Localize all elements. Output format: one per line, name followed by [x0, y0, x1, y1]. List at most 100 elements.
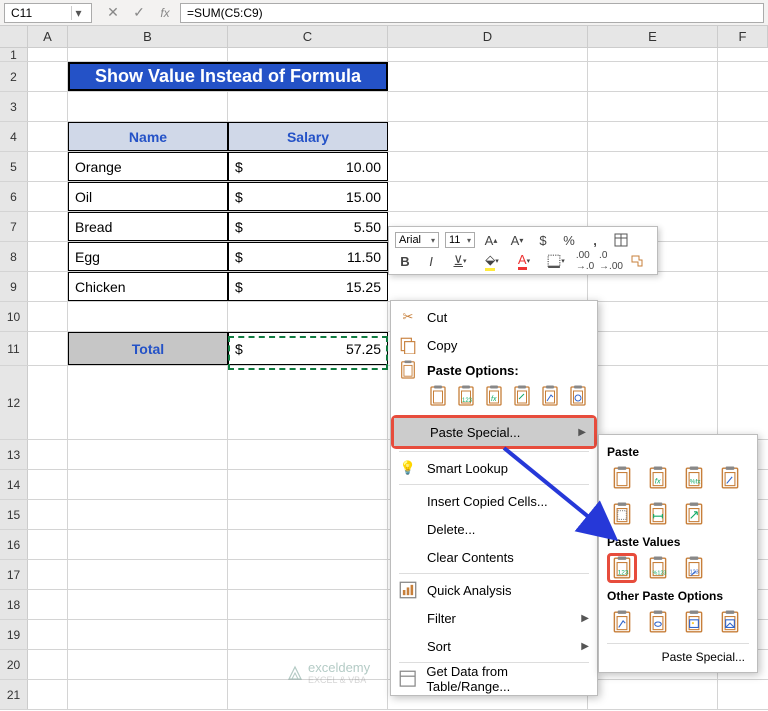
menu-clear-contents[interactable]: Clear Contents: [391, 543, 597, 571]
cell-D2[interactable]: [388, 62, 588, 91]
cell-D1[interactable]: [388, 48, 588, 61]
italic-icon[interactable]: I: [421, 252, 441, 270]
decrease-decimal-icon[interactable]: .00→.0: [575, 252, 595, 270]
cell-C1[interactable]: [228, 48, 388, 61]
total-label[interactable]: Total: [68, 332, 228, 365]
chevron-right-icon: ▶: [581, 641, 589, 652]
col-header-B[interactable]: B: [68, 26, 228, 47]
menu-sort[interactable]: Sort ▶: [391, 632, 597, 660]
font-size-selector[interactable]: 11▾: [445, 232, 475, 248]
sm-paste-all-icon[interactable]: [607, 463, 637, 493]
paste-transpose-icon[interactable]: [511, 383, 533, 409]
menu-insert-copied[interactable]: Insert Copied Cells...: [391, 487, 597, 515]
paste-formulas-icon[interactable]: fx: [483, 383, 505, 409]
cell-A1[interactable]: [28, 48, 68, 61]
cell-salary-3[interactable]: $11.50: [228, 242, 388, 271]
menu-get-data[interactable]: Get Data from Table/Range...: [391, 665, 597, 693]
header-name[interactable]: Name: [68, 122, 228, 151]
total-cell[interactable]: $57.25: [228, 332, 388, 365]
sm-paste-noborders-icon[interactable]: [607, 499, 637, 529]
row-header-10[interactable]: 10: [0, 302, 28, 331]
cell-A2[interactable]: [28, 62, 68, 91]
cell-name-3[interactable]: Egg: [68, 242, 228, 271]
formula-input[interactable]: =SUM(C5:C9): [180, 3, 764, 23]
decrease-font-icon[interactable]: A▾: [507, 231, 527, 249]
fill-color-icon[interactable]: ⬙▾: [479, 252, 505, 270]
col-header-E[interactable]: E: [588, 26, 718, 47]
cell-salary-4[interactable]: $15.25: [228, 272, 388, 301]
sm-paste-formulas-icon[interactable]: fx: [643, 463, 673, 493]
percent-icon[interactable]: %: [559, 231, 579, 249]
fx-icon[interactable]: fx: [154, 3, 176, 23]
sm-paste-formatting-icon[interactable]: [607, 607, 637, 637]
increase-decimal-icon[interactable]: .0→.00: [601, 252, 621, 270]
cell-salary-2[interactable]: $5.50: [228, 212, 388, 241]
svg-text:123: 123: [618, 570, 629, 577]
cell-B1[interactable]: [68, 48, 228, 61]
paste-link-icon[interactable]: [567, 383, 589, 409]
sm-paste-transpose-icon[interactable]: [679, 499, 709, 529]
menu-paste-special[interactable]: Paste Special... ▶: [394, 418, 594, 446]
sm-paste-formulas-nf-icon[interactable]: %fx: [679, 463, 709, 493]
header-salary[interactable]: Salary: [228, 122, 388, 151]
quick-analysis-icon: [399, 581, 417, 599]
cell-name-1[interactable]: Oil: [68, 182, 228, 211]
col-header-C[interactable]: C: [228, 26, 388, 47]
underline-icon[interactable]: ⊻▾: [447, 252, 473, 270]
cell-E1[interactable]: [588, 48, 718, 61]
row-header-5[interactable]: 5: [0, 152, 28, 181]
menu-quick-analysis[interactable]: Quick Analysis: [391, 576, 597, 604]
paste-formatting-icon[interactable]: [539, 383, 561, 409]
paste-values-icon[interactable]: 123: [455, 383, 477, 409]
cell-name-2[interactable]: Bread: [68, 212, 228, 241]
row-header-9[interactable]: 9: [0, 272, 28, 301]
col-header-A[interactable]: A: [28, 26, 68, 47]
menu-smart-lookup[interactable]: 💡 Smart Lookup: [391, 454, 597, 482]
sm-paste-colwidth-icon[interactable]: [643, 499, 673, 529]
cell-name-4[interactable]: Chicken: [68, 272, 228, 301]
row-header-6[interactable]: 6: [0, 182, 28, 211]
name-box-dropdown-icon[interactable]: ▾: [71, 6, 85, 20]
font-selector[interactable]: Arial▾: [395, 232, 439, 248]
sm-paste-values-source-icon[interactable]: 123: [679, 553, 709, 583]
bold-icon[interactable]: B: [395, 252, 415, 270]
cell-salary-0[interactable]: $10.00: [228, 152, 388, 181]
cell-name-0[interactable]: Orange: [68, 152, 228, 181]
select-all-corner[interactable]: [0, 26, 28, 47]
table-icon[interactable]: [611, 231, 631, 249]
menu-cut[interactable]: ✂ Cut: [391, 303, 597, 331]
cancel-formula-icon[interactable]: ✕: [102, 3, 124, 23]
increase-font-icon[interactable]: A▴: [481, 231, 501, 249]
menu-copy[interactable]: Copy: [391, 331, 597, 359]
row-header-2[interactable]: 2: [0, 62, 28, 91]
row-header-7[interactable]: 7: [0, 212, 28, 241]
cell-E2[interactable]: [588, 62, 718, 91]
comma-icon[interactable]: ,: [585, 231, 605, 249]
sm-paste-keep-source-icon[interactable]: [715, 463, 745, 493]
row-header-1[interactable]: 1: [0, 48, 28, 61]
paste-options-row: 123 fx: [391, 381, 597, 415]
sm-paste-link-icon[interactable]: [643, 607, 673, 637]
row-header-8[interactable]: 8: [0, 242, 28, 271]
row-header-4[interactable]: 4: [0, 122, 28, 151]
row-header-3[interactable]: 3: [0, 92, 28, 121]
name-box[interactable]: C11 ▾: [4, 3, 92, 23]
menu-delete[interactable]: Delete...: [391, 515, 597, 543]
cell-salary-1[interactable]: $15.00: [228, 182, 388, 211]
col-header-F[interactable]: F: [718, 26, 768, 47]
format-painter-icon[interactable]: [627, 252, 647, 270]
sm-paste-picture-icon[interactable]: [679, 607, 709, 637]
menu-filter[interactable]: Filter ▶: [391, 604, 597, 632]
border-icon[interactable]: ▾: [543, 252, 569, 270]
title-cell[interactable]: Show Value Instead of Formula: [68, 62, 388, 91]
sm-paste-values-nf-icon[interactable]: %123: [643, 553, 673, 583]
sm-paste-values-icon[interactable]: 123: [607, 553, 637, 583]
confirm-formula-icon[interactable]: ✓: [128, 3, 150, 23]
submenu-paste-special-link[interactable]: Paste Special...: [607, 648, 749, 666]
font-color-icon[interactable]: A▾: [511, 252, 537, 270]
row-header-11[interactable]: 11: [0, 332, 28, 365]
currency-icon[interactable]: $: [533, 231, 553, 249]
paste-all-icon[interactable]: [427, 383, 449, 409]
sm-paste-linked-picture-icon[interactable]: [715, 607, 745, 637]
col-header-D[interactable]: D: [388, 26, 588, 47]
